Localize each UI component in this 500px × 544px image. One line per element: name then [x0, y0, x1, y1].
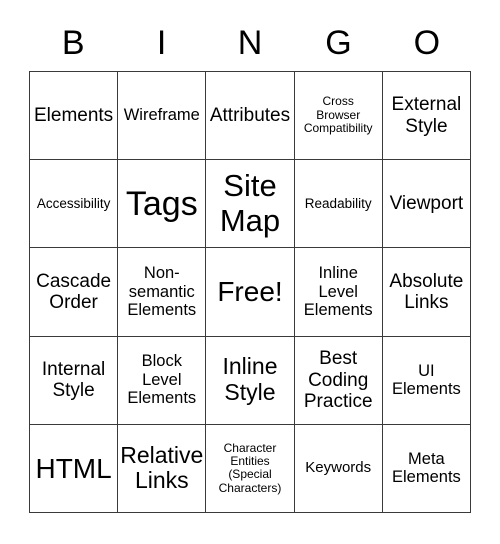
bingo-cell[interactable]: Relative Links — [118, 424, 207, 513]
bingo-cell[interactable]: Character Entities (Special Characters) — [206, 424, 295, 513]
bingo-cell-label: Internal Style — [41, 358, 106, 402]
bingo-cell-label: Elements — [33, 104, 114, 126]
bingo-header-letter-o: O — [413, 24, 441, 62]
bingo-cell-label: HTML — [35, 452, 112, 484]
bingo-cell[interactable]: Keywords — [294, 424, 383, 513]
bingo-cell-label: External Style — [391, 94, 462, 137]
bingo-cell-free[interactable]: Free! — [206, 248, 295, 337]
bingo-cell-label: Cross Browser Compatibility — [303, 94, 373, 136]
bingo-header-letter-i: I — [156, 24, 167, 62]
bingo-cell[interactable]: External Style — [382, 72, 471, 161]
bingo-cell[interactable]: Wireframe — [118, 72, 207, 161]
bingo-cell[interactable]: HTML — [30, 424, 119, 513]
bingo-grid: Elements Wireframe Attributes Cross Browser… — [29, 71, 471, 513]
bingo-cell[interactable]: Elements — [30, 72, 119, 161]
bingo-cell[interactable]: Non- semantic Elements — [118, 248, 207, 337]
bingo-cell[interactable]: Site Map — [206, 160, 295, 249]
bingo-cell[interactable]: Accessibility — [30, 160, 119, 249]
bingo-cell[interactable]: Inline Level Elements — [294, 248, 383, 337]
bingo-cell-label: Meta Elements — [392, 449, 461, 487]
bingo-cell[interactable]: UI Elements — [382, 336, 471, 425]
bingo-cell[interactable]: Inline Style — [206, 336, 295, 425]
bingo-cell[interactable]: Cascade Order — [30, 248, 119, 337]
bingo-cell-label: Keywords — [305, 458, 372, 476]
bingo-card: B I N G O Elements Wireframe Attributes Cross B… — [0, 0, 500, 544]
bingo-cell-label: Viewport — [389, 193, 464, 215]
bingo-cell[interactable]: Meta Elements — [382, 424, 471, 513]
bingo-cell-label: Block Level Elements — [127, 352, 197, 408]
bingo-cell[interactable]: Attributes — [206, 72, 295, 161]
bingo-cell[interactable]: Viewport — [382, 160, 471, 249]
bingo-cell-label: Relative Links — [120, 441, 204, 494]
bingo-header-row: BINGO — [29, 20, 471, 66]
bingo-cell-label: UI Elements — [392, 361, 461, 399]
bingo-cell[interactable]: Tags — [118, 160, 207, 249]
bingo-cell[interactable]: Block Level Elements — [118, 336, 207, 425]
bingo-cell[interactable]: Absolute Links — [382, 248, 471, 337]
bingo-header-letter-g: G — [325, 24, 352, 62]
bingo-cell-label: Site Map — [219, 168, 281, 238]
bingo-cell-label: Free! — [217, 276, 283, 308]
bingo-cell[interactable]: Best Coding Practice — [294, 336, 383, 425]
bingo-header-letter-b: B — [61, 24, 85, 62]
bingo-cell-label: Wireframe — [123, 106, 200, 125]
bingo-cell[interactable]: Readability — [294, 160, 383, 249]
bingo-cell-label: Character Entities (Special Characters) — [218, 440, 282, 495]
bingo-cell-label: Tags — [125, 184, 198, 223]
bingo-header-letter-n: N — [237, 24, 263, 62]
bingo-cell[interactable]: Cross Browser Compatibility — [294, 72, 383, 161]
bingo-cell[interactable]: Internal Style — [30, 336, 119, 425]
bingo-cell-label: Non- semantic Elements — [127, 264, 197, 320]
bingo-cell-label: Inline Style — [222, 353, 278, 406]
bingo-cell-label: Best Coding Practice — [303, 348, 373, 412]
bingo-cell-label: Cascade Order — [36, 270, 112, 313]
bingo-cell-label: Readability — [304, 196, 372, 212]
bingo-cell-label: Inline Level Elements — [303, 264, 373, 320]
bingo-cell-label: Attributes — [209, 104, 291, 126]
bingo-cell-label: Accessibility — [36, 196, 111, 212]
bingo-cell-label: Absolute Links — [389, 270, 464, 313]
